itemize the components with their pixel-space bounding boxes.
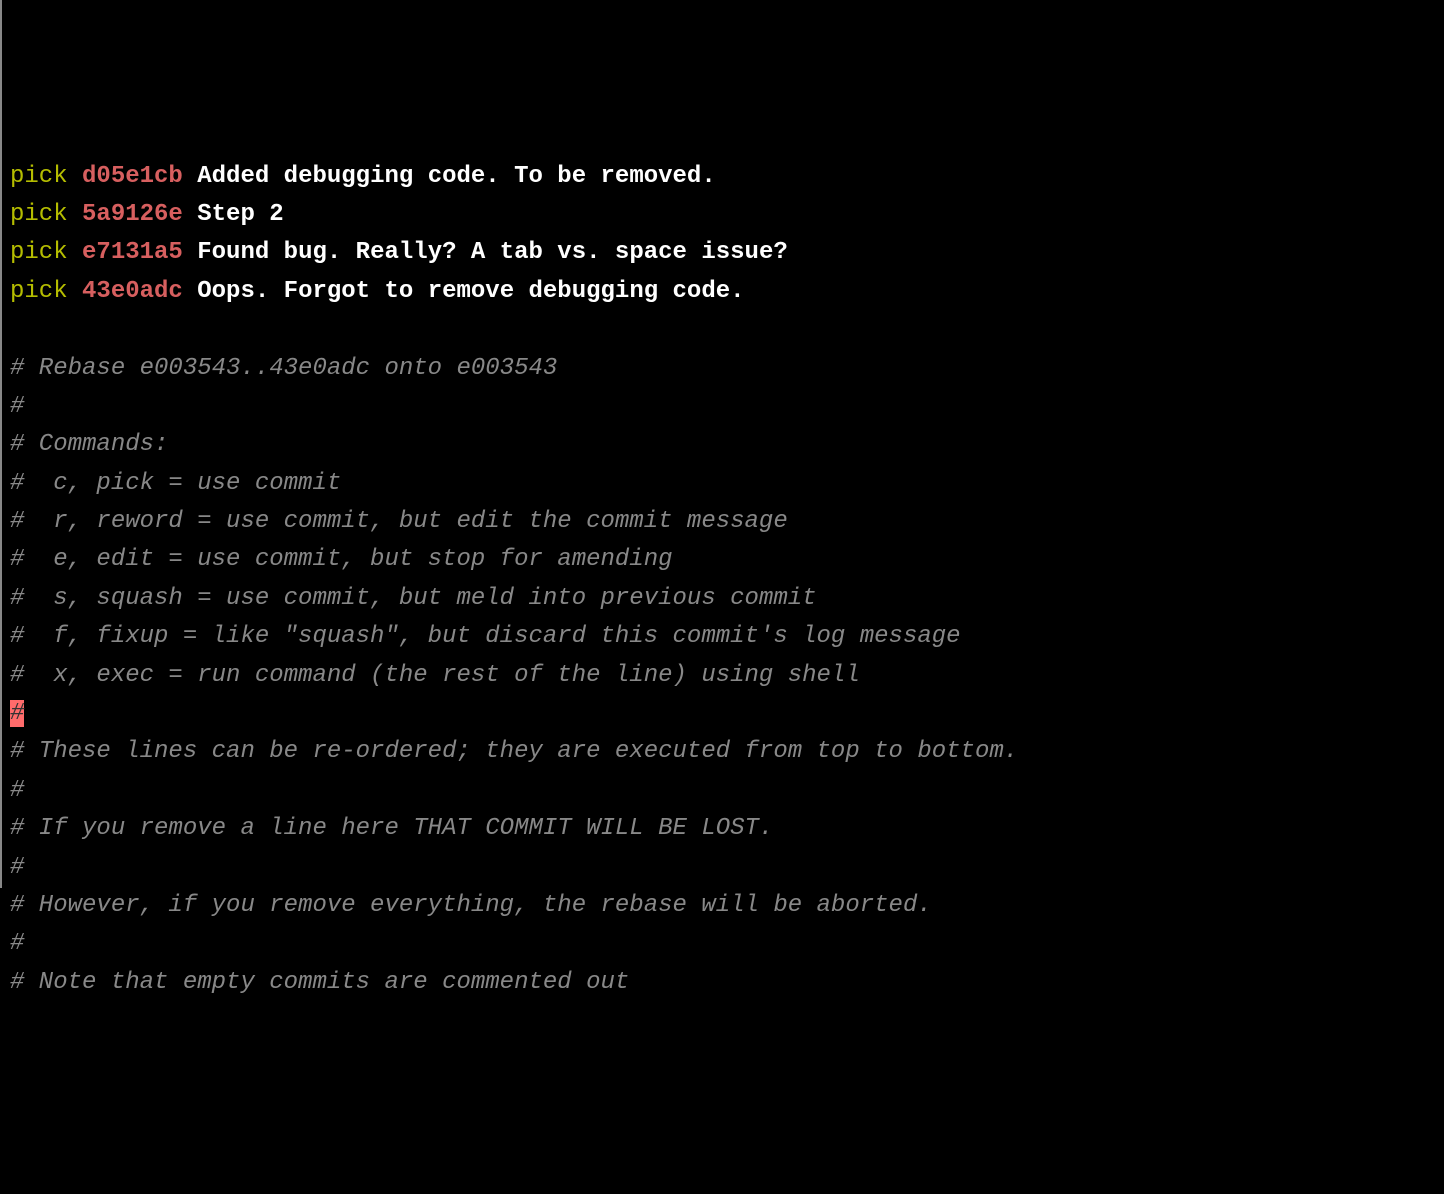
commit-message: Found bug. Really? A tab vs. space issue… bbox=[197, 239, 788, 266]
commit-hash: 5a9126e bbox=[82, 201, 183, 228]
commit-hash: e7131a5 bbox=[82, 239, 183, 266]
commit-message: Added debugging code. To be removed. bbox=[197, 163, 715, 190]
comment-cmd-fixup: # f, fixup = like "squash", but discard … bbox=[10, 618, 1444, 656]
comment-separator: # bbox=[10, 925, 1444, 963]
comment-separator: # bbox=[10, 388, 1444, 426]
rebase-action: pick bbox=[10, 239, 68, 266]
commit-hash: 43e0adc bbox=[82, 278, 183, 305]
commit-message: Oops. Forgot to remove debugging code. bbox=[197, 278, 744, 305]
comment-cmd-squash: # s, squash = use commit, but meld into … bbox=[10, 580, 1444, 618]
commit-line[interactable]: pick e7131a5 Found bug. Really? A tab vs… bbox=[10, 234, 1444, 272]
cursor: # bbox=[10, 700, 24, 727]
editor-content[interactable]: pick d05e1cb Added debugging code. To be… bbox=[10, 158, 1444, 1003]
rebase-action: pick bbox=[10, 163, 68, 190]
comment-abort-note: # However, if you remove everything, the… bbox=[10, 887, 1444, 925]
commit-line[interactable]: pick 43e0adc Oops. Forgot to remove debu… bbox=[10, 273, 1444, 311]
commit-hash: d05e1cb bbox=[82, 163, 183, 190]
comment-empty-note: # Note that empty commits are commented … bbox=[10, 964, 1444, 1002]
commit-message: Step 2 bbox=[197, 201, 283, 228]
blank-line bbox=[10, 311, 1444, 349]
comment-separator: # bbox=[10, 849, 1444, 887]
commit-line[interactable]: pick 5a9126e Step 2 bbox=[10, 196, 1444, 234]
comment-cmd-edit: # e, edit = use commit, but stop for ame… bbox=[10, 541, 1444, 579]
comment-reorder: # These lines can be re-ordered; they ar… bbox=[10, 733, 1444, 771]
comment-rebase-header: # Rebase e003543..43e0adc onto e003543 bbox=[10, 350, 1444, 388]
comment-separator: # bbox=[10, 772, 1444, 810]
rebase-action: pick bbox=[10, 201, 68, 228]
comment-cmd-pick: # c, pick = use commit bbox=[10, 465, 1444, 503]
comment-commands-header: # Commands: bbox=[10, 426, 1444, 464]
cursor-line: # bbox=[10, 695, 1444, 733]
comment-cmd-reword: # r, reword = use commit, but edit the c… bbox=[10, 503, 1444, 541]
rebase-action: pick bbox=[10, 278, 68, 305]
comment-remove-warn: # If you remove a line here THAT COMMIT … bbox=[10, 810, 1444, 848]
commit-line[interactable]: pick d05e1cb Added debugging code. To be… bbox=[10, 158, 1444, 196]
comment-cmd-exec: # x, exec = run command (the rest of the… bbox=[10, 657, 1444, 695]
